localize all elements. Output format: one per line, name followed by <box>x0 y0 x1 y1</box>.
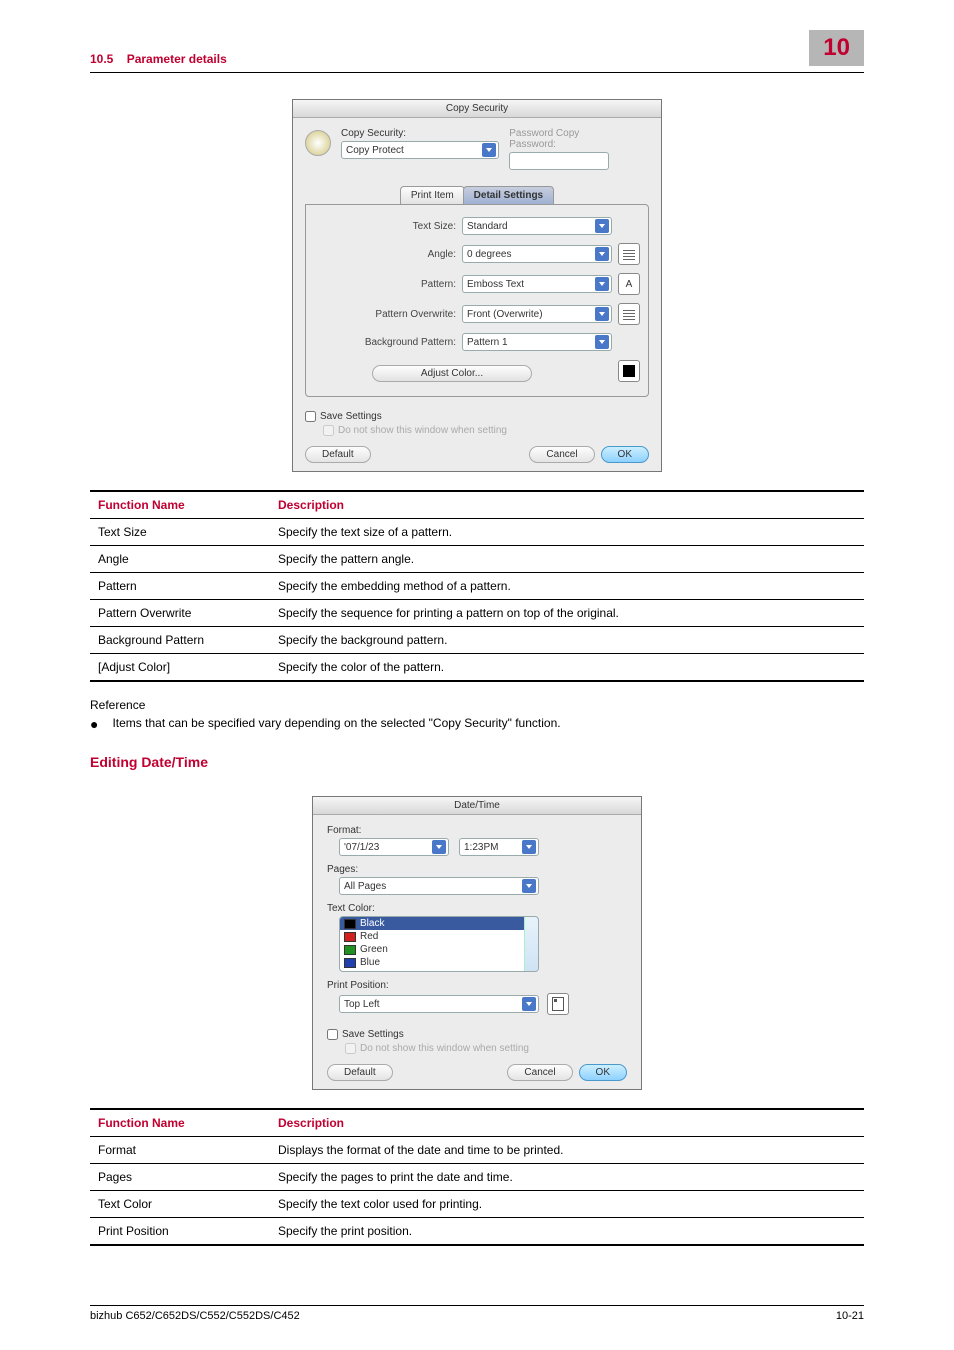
donotshow-checkbox: Do not show this window when setting <box>305 425 649 436</box>
section-heading: 10.5 Parameter details <box>90 52 809 66</box>
password-input[interactable] <box>509 152 609 170</box>
tab-print-item[interactable]: Print Item <box>400 186 465 204</box>
section-number: 10.5 <box>90 52 113 66</box>
text-color-list[interactable]: Black Red Green Blue <box>339 916 539 972</box>
col-description: Description <box>270 491 864 519</box>
footer-model: bizhub C652/C652DS/C552/C552DS/C452 <box>90 1310 300 1322</box>
copy-security-select[interactable]: Copy Protect <box>341 141 499 159</box>
color-preview-button[interactable] <box>618 360 640 382</box>
ok-button[interactable]: OK <box>579 1064 627 1081</box>
pattern-preview-button[interactable]: A <box>618 273 640 295</box>
copy-security-label: Copy Security: <box>341 128 499 139</box>
col-function-name: Function Name <box>90 1109 270 1137</box>
chapter-number-box: 10 <box>809 30 864 66</box>
text-color-label: Text Color: <box>327 903 627 914</box>
reference-heading: Reference <box>90 698 864 712</box>
format-time-select[interactable]: 1:23PM <box>459 838 539 856</box>
angle-select[interactable]: 0 degrees <box>462 245 612 263</box>
overwrite-preview-button[interactable] <box>618 303 640 325</box>
print-position-select[interactable]: Top Left <box>339 995 539 1013</box>
text-size-select[interactable]: Standard <box>462 217 612 235</box>
date-time-table: Function NameDescription FormatDisplays … <box>90 1108 864 1246</box>
page-header: 10.5 Parameter details 10 <box>90 30 864 73</box>
chevron-down-icon <box>595 335 609 349</box>
chevron-down-icon <box>522 997 536 1011</box>
save-settings-checkbox[interactable]: Save Settings <box>305 411 649 422</box>
chevron-down-icon <box>482 143 496 157</box>
cancel-button[interactable]: Cancel <box>529 446 594 463</box>
password-copy-label: Password Copy <box>509 128 649 139</box>
print-position-preview-button[interactable] <box>547 993 569 1015</box>
copy-security-table: Function NameDescription Text SizeSpecif… <box>90 490 864 682</box>
tab-detail-settings[interactable]: Detail Settings <box>463 186 554 204</box>
list-item: Blue <box>340 956 538 969</box>
color-swatch <box>344 945 356 955</box>
chevron-down-icon <box>595 247 609 261</box>
col-function-name: Function Name <box>90 491 270 519</box>
color-swatch <box>344 919 356 929</box>
reference-bullet: ●Items that can be specified vary depend… <box>90 716 864 732</box>
adjust-color-button[interactable]: Adjust Color... <box>372 365 532 382</box>
format-label: Format: <box>327 825 627 836</box>
list-item: Red <box>340 930 538 943</box>
chevron-down-icon <box>595 307 609 321</box>
lock-icon <box>305 130 331 156</box>
default-button[interactable]: Default <box>327 1064 393 1081</box>
copy-security-dialog: Copy Security Copy Security: Copy Protec… <box>292 99 662 472</box>
donotshow-checkbox: Do not show this window when setting <box>327 1043 627 1054</box>
print-position-label: Print Position: <box>327 980 627 991</box>
save-settings-checkbox[interactable]: Save Settings <box>327 1029 627 1040</box>
detail-settings-panel: Text Size: Standard Angle: 0 degrees Pat… <box>305 204 649 397</box>
pages-select[interactable]: All Pages <box>339 877 539 895</box>
background-pattern-label: Background Pattern: <box>314 337 456 348</box>
angle-preview-button[interactable] <box>618 243 640 265</box>
color-swatch <box>344 932 356 942</box>
text-size-label: Text Size: <box>314 221 456 232</box>
chevron-down-icon <box>595 219 609 233</box>
footer-page: 10-21 <box>836 1310 864 1322</box>
section-title: Parameter details <box>127 52 227 66</box>
ok-button[interactable]: OK <box>601 446 649 463</box>
page-footer: bizhub C652/C652DS/C552/C552DS/C452 10-2… <box>90 1305 864 1322</box>
pattern-overwrite-select[interactable]: Front (Overwrite) <box>462 305 612 323</box>
dialog-title: Date/Time <box>313 797 641 815</box>
format-date-select[interactable]: '07/1/23 <box>339 838 449 856</box>
chevron-down-icon <box>522 879 536 893</box>
editing-date-time-heading: Editing Date/Time <box>90 754 864 770</box>
chevron-down-icon <box>595 277 609 291</box>
background-pattern-select[interactable]: Pattern 1 <box>462 333 612 351</box>
col-description: Description <box>270 1109 864 1137</box>
pattern-select[interactable]: Emboss Text <box>462 275 612 293</box>
pages-label: Pages: <box>327 864 627 875</box>
color-swatch <box>344 958 356 968</box>
chevron-down-icon <box>522 840 536 854</box>
date-time-dialog: Date/Time Format: '07/1/23 1:23PM Pages:… <box>312 796 642 1090</box>
cancel-button[interactable]: Cancel <box>507 1064 572 1081</box>
angle-label: Angle: <box>314 249 456 260</box>
pattern-overwrite-label: Pattern Overwrite: <box>314 309 456 320</box>
password-label: Password: <box>509 139 649 150</box>
dialog-title: Copy Security <box>293 100 661 118</box>
scrollbar[interactable] <box>524 917 538 971</box>
pattern-label: Pattern: <box>314 279 456 290</box>
list-item: Green <box>340 943 538 956</box>
default-button[interactable]: Default <box>305 446 371 463</box>
chevron-down-icon <box>432 840 446 854</box>
list-item: Black <box>340 917 538 930</box>
